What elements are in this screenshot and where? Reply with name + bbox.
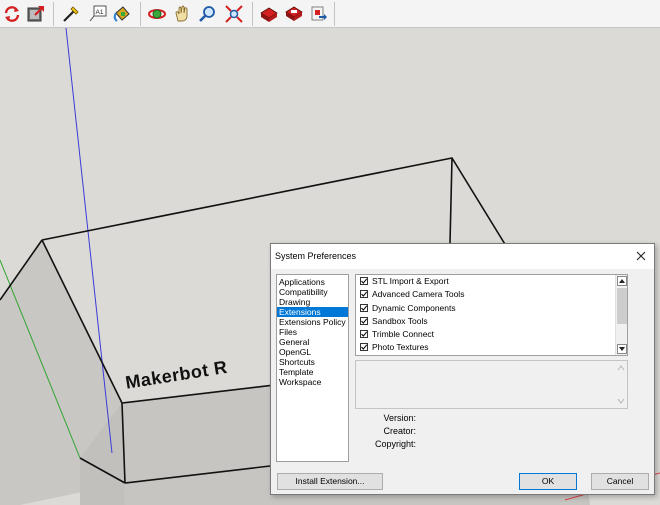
extension-checkbox[interactable] [360, 290, 368, 299]
category-workspace[interactable]: Workspace [277, 377, 348, 387]
extension-warehouse-button[interactable] [283, 3, 305, 25]
extension-checkbox[interactable] [360, 343, 368, 352]
text-label-icon: A1 [89, 5, 107, 22]
arrow-down-icon [619, 347, 625, 351]
tape-measure-icon [63, 6, 79, 22]
extension-warehouse-icon [285, 6, 303, 21]
scroll-thumb[interactable] [617, 288, 627, 324]
close-button[interactable] [634, 249, 648, 263]
category-files[interactable]: Files [277, 327, 348, 337]
description-scrollbar[interactable] [615, 361, 627, 408]
orbit-button[interactable] [146, 3, 168, 25]
pan-hand-icon [175, 5, 188, 22]
extension-checkbox[interactable] [360, 277, 368, 285]
close-icon [636, 251, 646, 261]
checkmark-icon [361, 318, 368, 324]
svg-text:A1: A1 [96, 9, 104, 16]
checkmark-icon [361, 331, 368, 338]
zoom-icon [199, 6, 215, 22]
share-model-icon [311, 6, 327, 21]
warehouse-icon [260, 7, 278, 22]
zoom-button[interactable] [197, 3, 219, 25]
extension-item[interactable]: Sandbox Tools [356, 315, 627, 328]
ok-button[interactable]: OK [519, 473, 577, 490]
extension-name: STL Import & Export [372, 276, 449, 286]
paint-bucket-button[interactable] [111, 3, 133, 25]
checkmark-icon [361, 278, 368, 284]
reload-button[interactable] [1, 3, 23, 25]
pan-button[interactable] [171, 3, 193, 25]
category-template[interactable]: Template [277, 367, 348, 377]
arrow-down-icon [617, 398, 625, 404]
extension-item[interactable]: Dynamic Components [356, 302, 627, 315]
extension-checkbox[interactable] [360, 330, 368, 339]
text-tool-button[interactable]: A1 [86, 3, 108, 25]
arrow-up-icon [617, 365, 625, 371]
category-list[interactable]: Applications Compatibility Drawing Exten… [276, 274, 349, 462]
category-applications[interactable]: Applications [277, 277, 348, 287]
tape-measure-button[interactable] [60, 3, 82, 25]
extension-description-box [355, 360, 628, 409]
checkmark-icon [361, 291, 368, 298]
extension-name: Trimble Connect [372, 329, 435, 340]
extension-item[interactable]: STL Import & Export [356, 275, 627, 288]
category-extensions[interactable]: Extensions [277, 307, 348, 317]
extension-name: Sandbox Tools [372, 315, 428, 326]
share-model-button[interactable] [308, 3, 330, 25]
cancel-button[interactable]: Cancel [591, 473, 649, 490]
copyright-label: Copyright: [374, 439, 416, 449]
zoom-extents-icon [225, 5, 243, 23]
install-extension-button[interactable]: Install Extension... [277, 473, 383, 490]
extension-checkbox[interactable] [360, 316, 368, 325]
extension-item[interactable]: Trimble Connect [356, 328, 627, 341]
creator-label: Creator: [383, 426, 416, 436]
export-icon [27, 6, 44, 22]
extension-item[interactable]: Advanced Camera Tools [356, 288, 627, 301]
arrow-up-icon [619, 279, 625, 283]
category-extensions-policy[interactable]: Extensions Policy [277, 317, 348, 327]
zoom-extents-button[interactable] [223, 3, 245, 25]
dialog-title: System Preferences [275, 251, 357, 261]
dialog-titlebar[interactable]: System Preferences [271, 244, 654, 269]
checkmark-icon [361, 305, 368, 311]
category-drawing[interactable]: Drawing [277, 297, 348, 307]
scroll-down-button[interactable] [617, 344, 627, 354]
category-general[interactable]: General [277, 337, 348, 347]
version-label: Version: [383, 413, 416, 423]
scroll-up-button[interactable] [617, 276, 627, 286]
extension-checkbox[interactable] [360, 303, 368, 312]
category-compatibility[interactable]: Compatibility [277, 287, 348, 297]
extension-item[interactable]: Photo Textures [356, 341, 627, 354]
orbit-icon [148, 9, 166, 19]
category-shortcuts[interactable]: Shortcuts [277, 357, 348, 367]
reload-icon [4, 6, 20, 22]
checkmark-icon [361, 344, 368, 351]
category-opengl[interactable]: OpenGL [277, 347, 348, 357]
system-preferences-dialog: System Preferences Applications Compatib… [270, 243, 655, 495]
extension-name: Advanced Camera Tools [372, 289, 465, 300]
warehouse-button[interactable] [258, 3, 280, 25]
toolbar: A1 [0, 0, 660, 28]
extensions-list[interactable]: STL Import & Export Advanced Camera Tool… [355, 274, 628, 356]
export-button[interactable] [25, 3, 47, 25]
extension-name: Photo Textures [372, 342, 429, 353]
paint-bucket-icon [113, 6, 130, 22]
extension-name: Dynamic Components [372, 302, 456, 313]
extensions-scrollbar[interactable] [615, 275, 627, 355]
